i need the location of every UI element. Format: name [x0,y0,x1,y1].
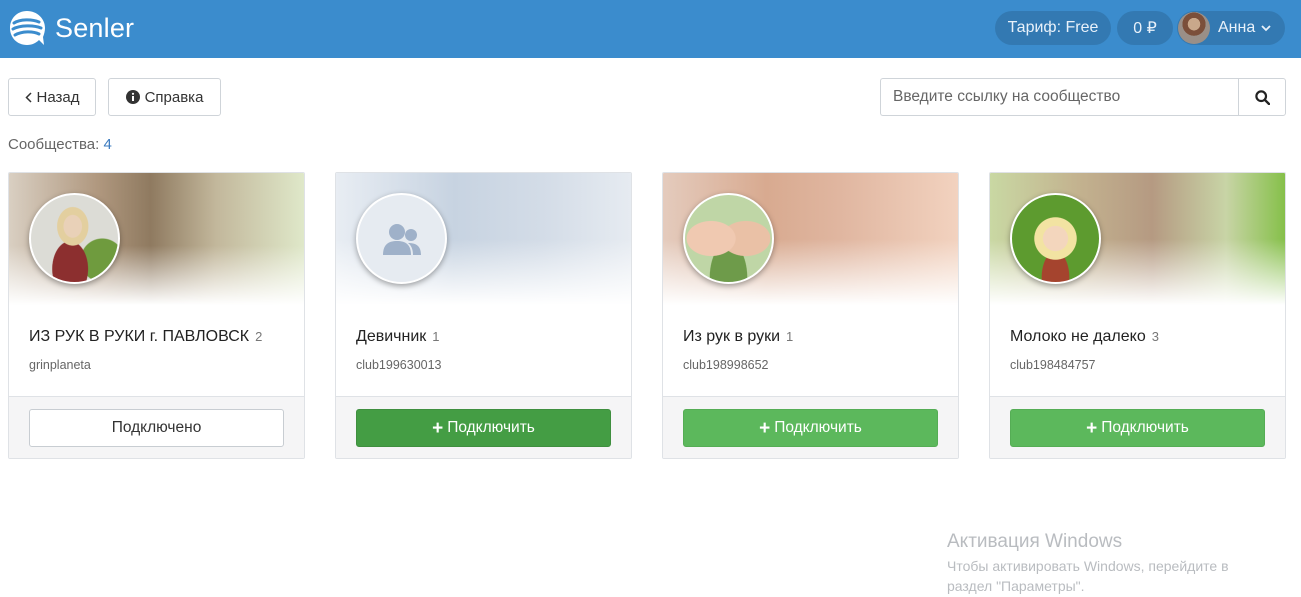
community-members: 1 [432,329,440,344]
back-button-label: Назад [36,88,80,106]
user-menu[interactable]: Анна [1177,11,1285,45]
community-slug: club198998652 [683,358,769,372]
community-avatar[interactable] [683,193,774,284]
community-members: 2 [255,329,263,344]
community-title: Девичник 1 [356,328,440,346]
brand-name: Senler [55,12,135,43]
connect-button-label: Подключить [1101,419,1189,436]
communities-count: Сообщества: 4 [8,136,112,153]
community-name: Из рук в руки [683,328,781,345]
community-members: 1 [786,329,794,344]
watermark-text: Чтобы активировать Windows, перейдите в … [947,558,1229,594]
windows-activation-watermark: Активация Windows Чтобы активировать Win… [947,531,1267,596]
community-search [880,78,1286,116]
search-icon [1254,89,1270,105]
community-card-footer: + Подключить [663,396,958,458]
help-button-label: Справка [144,88,204,106]
plus-icon: + [1086,417,1098,439]
connect-button[interactable]: + Подключить [1010,409,1265,447]
community-card: Из рук в руки 1 club198998652 + Подключит… [662,172,959,459]
search-button[interactable] [1238,78,1286,116]
community-slug: grinplaneta [29,358,91,372]
community-title: Из рук в руки 1 [683,328,793,346]
chevron-left-icon [24,91,32,103]
search-input[interactable] [880,78,1238,116]
community-name: Молоко не далеко [1010,328,1146,345]
user-name: Анна [1218,19,1256,36]
chevron-down-icon [1261,24,1271,31]
community-name: Девичник [356,328,427,345]
community-avatar[interactable] [29,193,120,284]
back-button[interactable]: Назад [8,78,96,116]
avatar [1178,12,1210,44]
community-card-footer: + Подключить [336,396,631,458]
plus-icon: + [432,417,444,439]
community-members: 3 [1151,329,1159,344]
info-circle-icon [125,90,140,104]
help-button[interactable]: Справка [108,78,221,116]
community-slug: club198484757 [1010,358,1096,372]
connected-button-label: Подключено [111,419,202,436]
community-card-footer: Подключено [9,396,304,458]
senler-logo-icon [10,11,45,45]
connect-button-label: Подключить [774,419,862,436]
community-slug: club199630013 [356,358,442,372]
community-avatar[interactable] [356,193,447,284]
community-card: ИЗ РУК В РУКИ г. ПАВЛОВСК 2 grinplaneta П… [8,172,305,459]
communities-count-value: 4 [103,136,112,153]
community-title: Молоко не далеко 3 [1010,328,1159,346]
communities-count-label: Сообщества: [8,136,100,153]
community-name: ИЗ РУК В РУКИ г. ПАВЛОВСК [29,328,250,345]
connect-button[interactable]: + Подключить [356,409,611,447]
tariff-badge[interactable]: Тариф: Free [995,11,1111,45]
balance-badge[interactable]: 0 ₽ [1117,11,1173,45]
connect-button-label: Подключить [447,419,535,436]
group-placeholder-icon [382,223,421,255]
community-avatar[interactable] [1010,193,1101,284]
top-navbar: Senler Тариф: Free 0 ₽ Анна [0,0,1301,58]
community-title: ИЗ РУК В РУКИ г. ПАВЛОВСК 2 [29,328,262,346]
watermark-title: Активация Windows [947,531,1123,552]
community-card: Молоко не далеко 3 club198484757 + Подклю… [989,172,1286,459]
brand-logo[interactable]: Senler [8,9,134,47]
community-card-footer: + Подключить [990,396,1285,458]
plus-icon: + [759,417,771,439]
connect-button[interactable]: + Подключить [683,409,938,447]
community-card: Девичник 1 club199630013 + Подключить [335,172,632,459]
connected-button[interactable]: Подключено [29,409,284,447]
